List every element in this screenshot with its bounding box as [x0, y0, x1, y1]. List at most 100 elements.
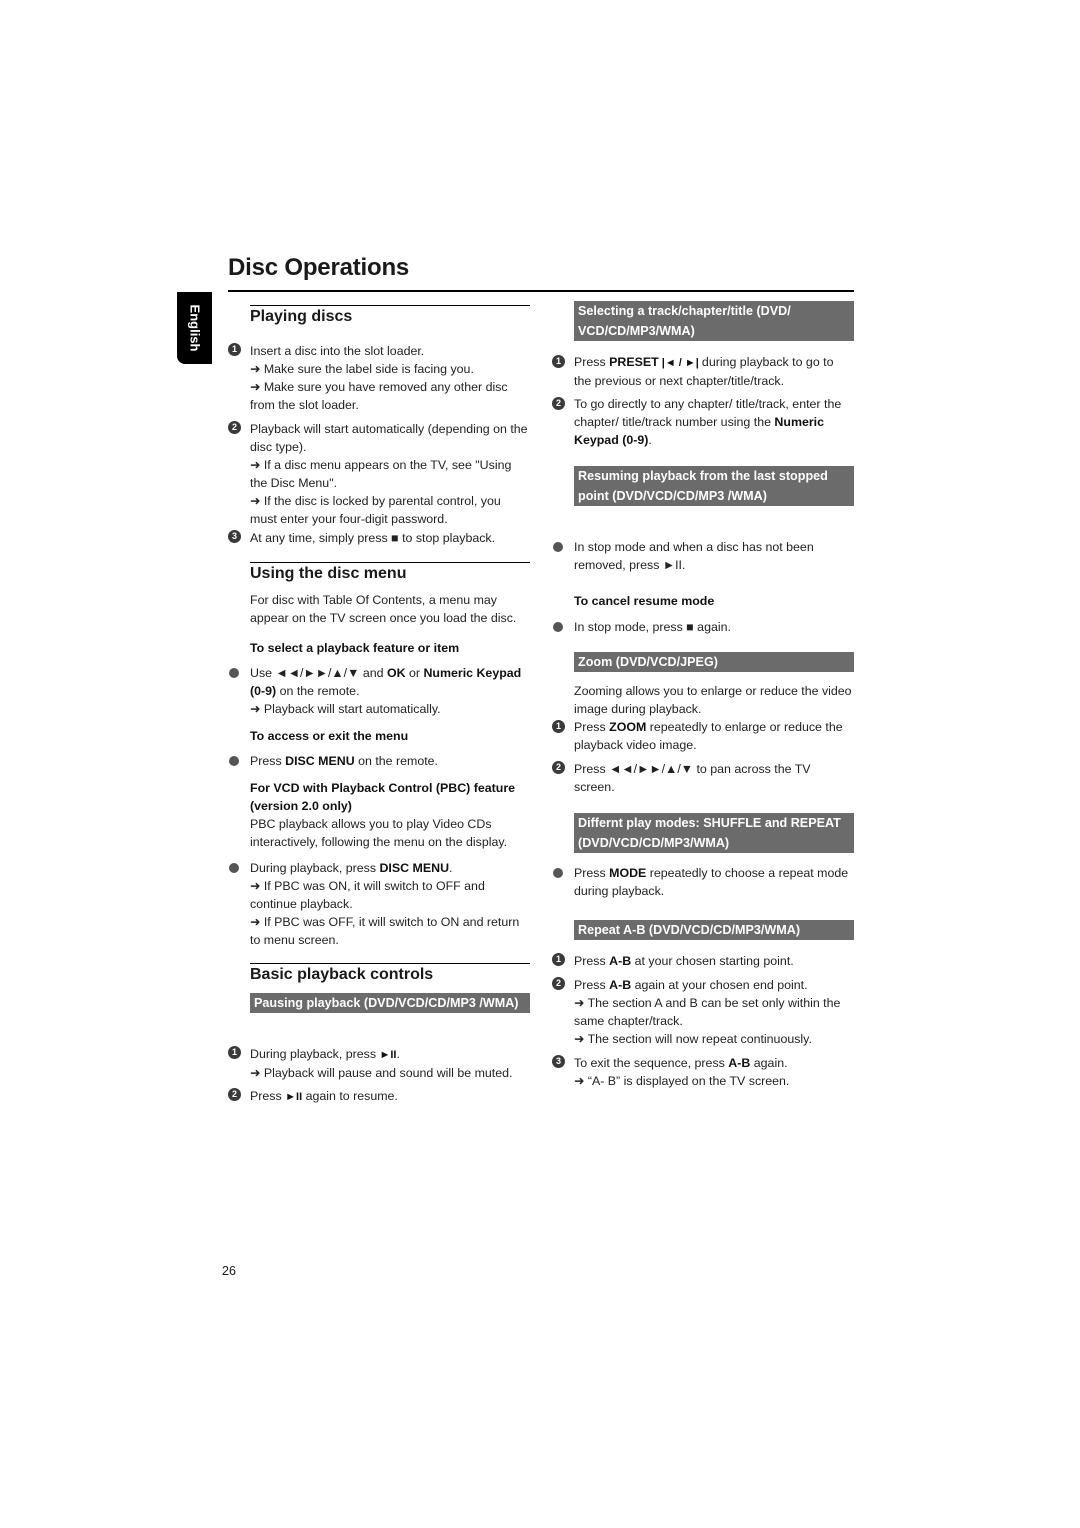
- step-main: Playback will start automatically (depen…: [250, 422, 528, 454]
- step-note: ➜ If PBC was ON, it will switch to OFF a…: [250, 879, 485, 911]
- step-number-icon: 1: [552, 720, 565, 733]
- step-number-icon: 2: [228, 421, 241, 434]
- key-ab: A-B: [609, 954, 632, 968]
- key-disc-menu: DISC MENU: [285, 754, 355, 768]
- text: again at your chosen end point.: [631, 978, 808, 992]
- text: or: [405, 666, 424, 680]
- step-text: Playback will start automatically (depen…: [250, 420, 530, 528]
- cancel-bullet: In stop mode, press ■ again.: [574, 620, 731, 634]
- key-ab: A-B: [609, 978, 632, 992]
- key-preset: PRESET: [609, 355, 659, 369]
- banner-selecting: Selecting a track/chapter/title (DVD/ VC…: [574, 301, 854, 341]
- page-number: 26: [222, 1264, 236, 1278]
- prev-next-icon: |◄ / ►|: [658, 357, 702, 369]
- page-title: Disc Operations: [228, 254, 410, 281]
- step-note: ➜ The section will now repeat continuous…: [574, 1032, 812, 1046]
- text: Press: [574, 866, 610, 880]
- step-text: At any time, simply press ■ to stop play…: [250, 531, 496, 545]
- zoom-step-1: Press ZOOM repeatedly to enlarge or redu…: [574, 718, 854, 754]
- subheading-access: To access or exit the menu: [250, 729, 409, 743]
- section-divider: [250, 562, 530, 563]
- text: Press: [574, 954, 610, 968]
- text: During playback, press: [250, 1047, 380, 1061]
- text: again to resume.: [302, 1089, 398, 1103]
- modes-bullet: Press MODE repeatedly to choose a repeat…: [574, 864, 854, 900]
- pbc-intro: PBC playback allows you to play Video CD…: [250, 817, 508, 849]
- text: Press: [574, 355, 610, 369]
- text: .: [449, 861, 453, 875]
- bullet-icon: [553, 622, 563, 632]
- key-disc-menu: DISC MENU: [379, 861, 450, 875]
- language-label: English: [187, 304, 202, 352]
- play-pause-icon: ►II: [285, 1091, 303, 1103]
- section-heading-playing-discs: Playing discs: [250, 308, 353, 325]
- key-zoom: ZOOM: [609, 720, 647, 734]
- banner-repeat-ab: Repeat A-B (DVD/VCD/CD/MP3/WMA): [574, 920, 854, 940]
- text: Use ◄◄/►►/▲/▼ and: [250, 666, 387, 680]
- step-number-icon: 3: [228, 530, 241, 543]
- step-number-icon: 2: [552, 397, 565, 410]
- step-number-icon: 2: [552, 761, 565, 774]
- text: Press: [250, 754, 286, 768]
- step-note: ➜ If the disc is locked by parental cont…: [250, 494, 501, 526]
- step-note: ➜ Make sure the label side is facing you…: [250, 362, 474, 376]
- step-note: ➜ The section A and B can be set only wi…: [574, 996, 841, 1028]
- step-note: ➜ Playback will start automatically.: [250, 702, 441, 716]
- step-note: ➜ “A- B” is displayed on the TV screen.: [574, 1074, 790, 1088]
- zoom-step-2: Press ◄◄/►►/▲/▼ to pan across the TV scr…: [574, 762, 811, 794]
- bullet-icon: [553, 868, 563, 878]
- banner-zoom: Zoom (DVD/VCD/JPEG): [574, 652, 854, 672]
- section-divider: [250, 305, 530, 306]
- text: .: [648, 433, 652, 447]
- subheading-cancel-resume: To cancel resume mode: [574, 594, 715, 608]
- disc-menu-intro: For disc with Table Of Contents, a menu …: [250, 593, 517, 625]
- section-divider: [250, 963, 530, 964]
- text: on the remote.: [276, 684, 360, 698]
- language-tab: English: [177, 292, 212, 364]
- bullet-icon: [553, 542, 563, 552]
- pause-step-2: Press ►II again to resume.: [250, 1087, 530, 1106]
- title-divider: [228, 290, 854, 292]
- text: again.: [750, 1056, 788, 1070]
- step-number-icon: 1: [228, 1046, 241, 1059]
- subheading-select: To select a playback feature or item: [250, 641, 460, 655]
- ab-step-1: Press A-B at your chosen starting point.: [574, 952, 854, 970]
- step-number-icon: 1: [552, 355, 565, 368]
- step-main: Insert a disc into the slot loader.: [250, 344, 425, 358]
- ab-step-2: Press A-B again at your chosen end point…: [574, 976, 854, 1048]
- text: at your chosen starting point.: [631, 954, 794, 968]
- step-number-icon: 2: [228, 1088, 241, 1101]
- access-bullet: Press DISC MENU on the remote.: [250, 752, 530, 770]
- step-number-icon: 1: [228, 343, 241, 356]
- section-heading-basic: Basic playback controls: [250, 966, 434, 983]
- text: Press: [250, 1089, 286, 1103]
- key-mode: MODE: [609, 866, 647, 880]
- pause-step-1: During playback, press ►II. ➜ Playback w…: [250, 1045, 530, 1082]
- section-heading-disc-menu: Using the disc menu: [250, 565, 407, 582]
- subheading-pbc: For VCD with Playback Control (PBC) feat…: [250, 781, 516, 813]
- key-ab: A-B: [728, 1056, 751, 1070]
- step-note: ➜ Playback will pause and sound will be …: [250, 1066, 513, 1080]
- play-pause-icon: ►II: [379, 1049, 397, 1061]
- banner-modes: Differnt play modes: SHUFFLE and REPEAT …: [574, 813, 854, 853]
- bullet-icon: [229, 863, 239, 873]
- banner-pausing: Pausing playback (DVD/VCD/CD/MP3 /WMA): [250, 993, 530, 1013]
- step-text: Insert a disc into the slot loader. ➜ Ma…: [250, 342, 530, 414]
- text: on the remote.: [354, 754, 438, 768]
- select-bullet: Use ◄◄/►►/▲/▼ and OK or Numeric Keypad (…: [250, 664, 530, 718]
- step-number-icon: 3: [552, 1055, 565, 1068]
- pbc-bullet: During playback, press DISC MENU. ➜ If P…: [250, 859, 530, 949]
- select-step-1: Press PRESET |◄ / ►| during playback to …: [574, 353, 854, 390]
- text: Press: [574, 978, 610, 992]
- step-note: ➜ If a disc menu appears on the TV, see …: [250, 458, 512, 490]
- key-ok: OK: [386, 666, 406, 680]
- text: Press: [574, 720, 610, 734]
- zoom-intro: Zooming allows you to enlarge or reduce …: [574, 684, 852, 716]
- step-number-icon: 2: [552, 977, 565, 990]
- bullet-icon: [229, 668, 239, 678]
- ab-step-3: To exit the sequence, press A-B again. ➜…: [574, 1054, 854, 1090]
- resume-bullet: In stop mode and when a disc has not bee…: [574, 540, 814, 572]
- text: .: [396, 1047, 400, 1061]
- step-number-icon: 1: [552, 953, 565, 966]
- banner-resuming: Resuming playback from the last stopped …: [574, 466, 854, 506]
